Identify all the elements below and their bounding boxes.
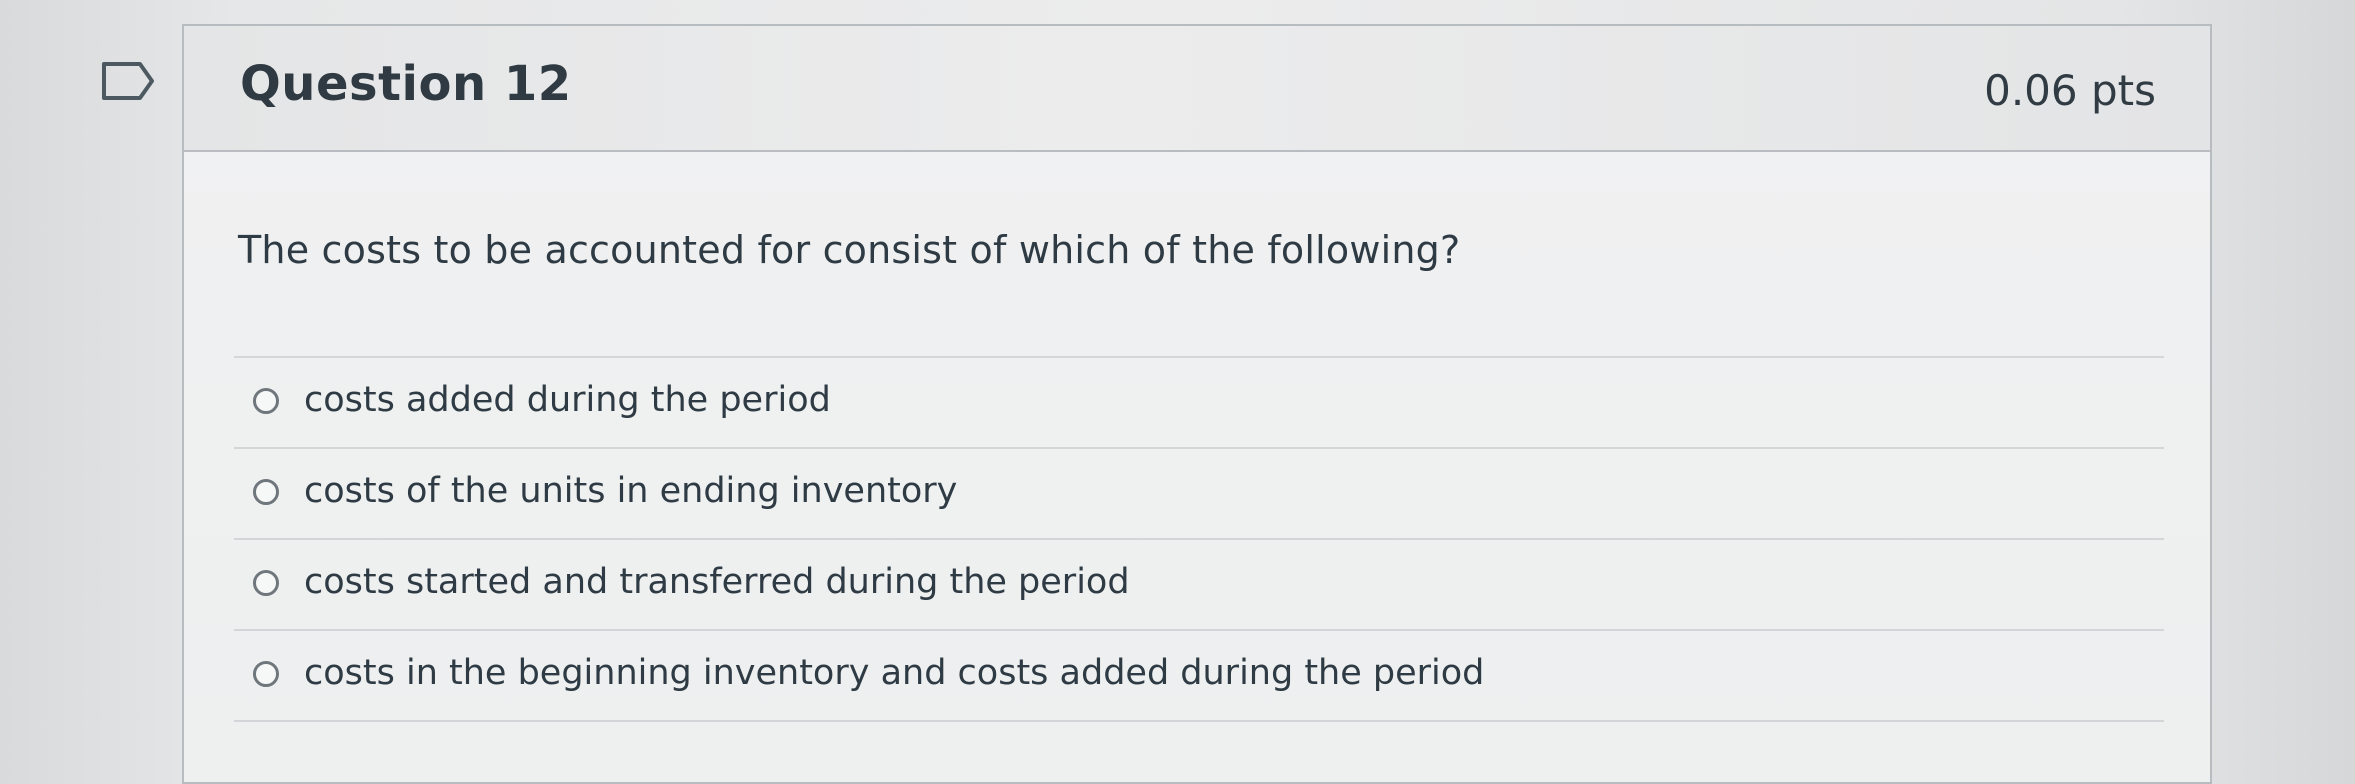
question-text: The costs to be accounted for consist of… xyxy=(238,228,1461,272)
radio-unselected-icon[interactable] xyxy=(253,388,279,414)
answer-list: costs added during the period costs of t… xyxy=(234,356,2164,722)
answer-label[interactable]: costs of the units in ending inventory xyxy=(304,471,957,511)
answer-label[interactable]: costs started and transferred during the… xyxy=(304,562,1130,602)
radio-unselected-icon[interactable] xyxy=(253,570,279,596)
question-card: Question 12 0.06 pts The costs to be acc… xyxy=(182,24,2212,784)
answer-option-4[interactable]: costs in the beginning inventory and cos… xyxy=(234,631,2164,722)
answer-label[interactable]: costs added during the period xyxy=(304,380,831,420)
answer-option-1[interactable]: costs added during the period xyxy=(234,358,2164,449)
question-header: Question 12 0.06 pts xyxy=(184,26,2210,152)
answer-option-2[interactable]: costs of the units in ending inventory xyxy=(234,449,2164,540)
answer-label[interactable]: costs in the beginning inventory and cos… xyxy=(304,653,1484,693)
flag-icon[interactable] xyxy=(100,60,156,102)
answer-option-3[interactable]: costs started and transferred during the… xyxy=(234,540,2164,631)
radio-unselected-icon[interactable] xyxy=(253,479,279,505)
question-title: Question 12 xyxy=(240,56,572,112)
radio-unselected-icon[interactable] xyxy=(253,661,279,687)
question-points: 0.06 pts xyxy=(1984,66,2156,115)
